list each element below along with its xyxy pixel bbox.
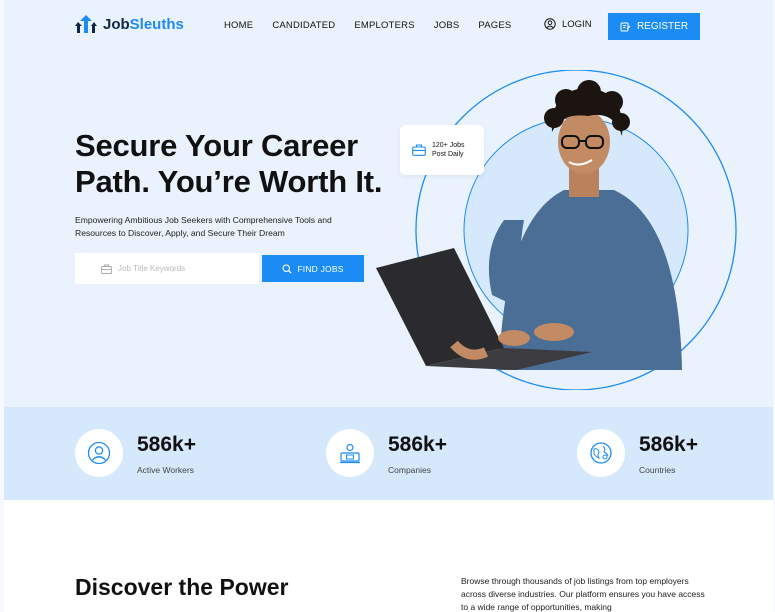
user-circle-icon bbox=[544, 18, 556, 30]
user-icon bbox=[87, 441, 111, 465]
stat-active-workers: 586k+ Active Workers bbox=[75, 429, 196, 477]
stat-value: 586k+ bbox=[388, 433, 447, 456]
hero-illustration bbox=[376, 70, 737, 390]
main-nav: HOME CANDIDATED EMPLOTERS JOBS PAGES bbox=[224, 20, 511, 31]
register-button[interactable]: REGISTER bbox=[608, 13, 700, 40]
globe-icon bbox=[590, 442, 612, 464]
search-field[interactable] bbox=[75, 253, 259, 284]
hero-title-line-1: Secure Your Career bbox=[75, 128, 359, 163]
stat-label: Active Workers bbox=[137, 465, 194, 475]
nav-item-jobs[interactable]: JOBS bbox=[434, 20, 460, 31]
nav-item-home[interactable]: HOME bbox=[224, 20, 253, 31]
page: JobSleuths HOME CANDIDATED EMPLOTERS JOB… bbox=[4, 0, 773, 612]
company-icon bbox=[340, 443, 360, 464]
hero-title-line-2: Path. You’re Worth It. bbox=[75, 164, 383, 199]
section-heading: Discover the Power bbox=[75, 574, 289, 600]
badge-line-1: 120+ Jobs bbox=[432, 142, 465, 149]
jobs-posted-badge: 120+ Jobs Post Daily bbox=[400, 125, 484, 175]
login-label: LOGIN bbox=[562, 18, 592, 30]
stat-text: 586k+ Active Workers bbox=[137, 429, 196, 475]
person-hand-left bbox=[534, 323, 574, 341]
stat-companies: 586k+ Companies bbox=[326, 429, 447, 477]
badge-line-2: Post Daily bbox=[432, 151, 464, 158]
brand-name: JobSleuths bbox=[103, 15, 184, 33]
stat-label: Countries bbox=[639, 465, 676, 475]
stat-icon-wrap bbox=[577, 429, 625, 477]
briefcase-icon bbox=[101, 264, 112, 274]
nav-item-emploters[interactable]: EMPLOTERS bbox=[354, 20, 414, 31]
discover-section: Discover the Power Browse through thousa… bbox=[4, 500, 773, 612]
find-jobs-label: FIND JOBS bbox=[297, 263, 344, 274]
stat-label: Companies bbox=[388, 465, 431, 475]
stat-text: 586k+ Companies bbox=[388, 429, 447, 475]
stat-value: 586k+ bbox=[639, 433, 698, 456]
badge-text: 120+ Jobs Post Daily bbox=[432, 141, 465, 159]
stat-icon-wrap bbox=[326, 429, 374, 477]
section-text: Browse through thousands of job listings… bbox=[461, 576, 705, 612]
stat-icon-wrap bbox=[75, 429, 123, 477]
logo-icon bbox=[75, 15, 97, 33]
nav-item-candidated[interactable]: CANDIDATED bbox=[272, 20, 335, 31]
brand-logo[interactable]: JobSleuths bbox=[75, 14, 184, 34]
hero-title: Secure Your Career Path. You’re Worth It… bbox=[75, 128, 383, 200]
hero-subtitle: Empowering Ambitious Job Seekers with Co… bbox=[75, 215, 332, 238]
briefcase-icon bbox=[412, 144, 426, 156]
search-icon bbox=[282, 263, 293, 274]
register-icon bbox=[620, 22, 631, 32]
stat-text: 586k+ Countries bbox=[639, 429, 698, 475]
nav-item-pages[interactable]: PAGES bbox=[478, 20, 511, 31]
stat-countries: 586k+ Countries bbox=[577, 429, 698, 477]
find-jobs-button[interactable]: FIND JOBS bbox=[262, 255, 364, 282]
login-link[interactable]: LOGIN bbox=[544, 18, 592, 30]
person-hand-right bbox=[498, 330, 530, 346]
stats-band: 586k+ Active Workers 586k+ Companies 586… bbox=[4, 407, 773, 500]
register-label: REGISTER bbox=[636, 21, 689, 32]
search-input[interactable] bbox=[118, 264, 248, 273]
stat-value: 586k+ bbox=[137, 433, 196, 456]
